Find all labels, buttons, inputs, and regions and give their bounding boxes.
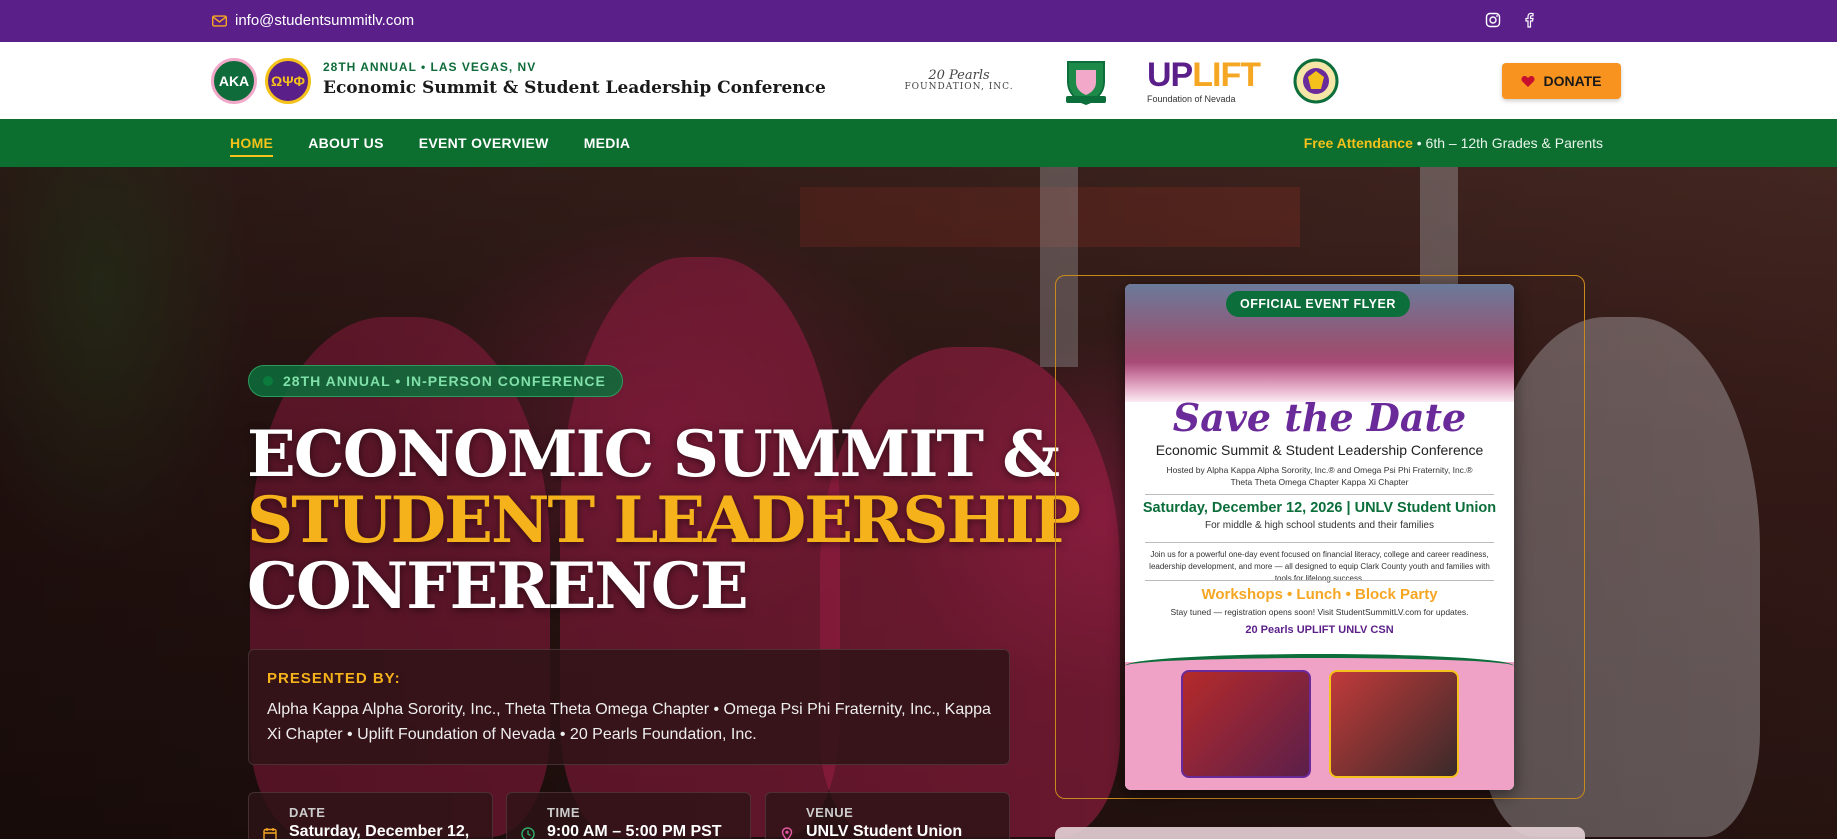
uplift-sub: Foundation of Nevada bbox=[1147, 94, 1236, 104]
donate-label: DONATE bbox=[1543, 73, 1602, 89]
flyer-photo-students bbox=[1181, 670, 1311, 778]
pearls-sub: FOUNDATION, INC. bbox=[904, 82, 1014, 93]
clock-icon bbox=[521, 827, 535, 839]
facebook-icon[interactable] bbox=[1521, 12, 1537, 28]
flyer-save-the-date: Save the Date bbox=[1172, 395, 1467, 440]
hero-section: 28TH ANNUAL • IN-PERSON CONFERENCE ECONO… bbox=[0, 167, 1837, 839]
heart-icon bbox=[1521, 75, 1535, 87]
instagram-icon[interactable] bbox=[1485, 12, 1501, 28]
flyer-audience: For middle & high school students and th… bbox=[1204, 520, 1434, 531]
time-card: TIME 9:00 AM – 5:00 PM PST bbox=[506, 792, 751, 839]
site-header: AKA ΩΨΦ 28TH ANNUAL • LAS VEGAS, NV Econ… bbox=[0, 42, 1837, 119]
hero-bottom-card-edge bbox=[1055, 827, 1585, 839]
flyer-workshops: Workshops • Lunch • Block Party bbox=[1201, 586, 1438, 603]
official-flyer-tag: OFFICIAL EVENT FLYER bbox=[1226, 291, 1410, 317]
flyer-subtitle: Economic Summit & Student Leadership Con… bbox=[1155, 442, 1484, 458]
flyer-sponsor-logos: 20 Pearls UPLIFT UNLV CSN bbox=[1245, 624, 1394, 636]
flyer-stay-tuned: Stay tuned — registration opens soon! Vi… bbox=[1170, 607, 1469, 617]
email-text: info@studentsummitlv.com bbox=[235, 12, 415, 29]
conference-pill: 28TH ANNUAL • IN-PERSON CONFERENCE bbox=[248, 365, 623, 397]
venue-card: VENUE UNLV Student Union bbox=[765, 792, 1010, 839]
hero-title: ECONOMIC SUMMIT & STUDENT LEADERSHIP CON… bbox=[247, 417, 1081, 624]
flyer-divider bbox=[1145, 542, 1494, 543]
mail-icon bbox=[212, 14, 227, 27]
map-pin-icon bbox=[781, 827, 793, 839]
flyer-bottom-panel bbox=[1125, 654, 1514, 790]
flyer-photo-event bbox=[1329, 670, 1459, 778]
presented-by-card: PRESENTED BY: Alpha Kappa Alpha Sorority… bbox=[248, 649, 1010, 765]
presented-by-text: Alpha Kappa Alpha Sorority, Inc., Theta … bbox=[267, 701, 991, 743]
email-link[interactable]: info@studentsummitlv.com bbox=[212, 12, 414, 29]
flyer-date: Saturday, December 12, 2026 | UNLV Stude… bbox=[1142, 500, 1497, 516]
main-nav: HOME ABOUT US EVENT OVERVIEW MEDIA Free … bbox=[0, 119, 1837, 167]
hero-title-line2: STUDENT LEADERSHIP bbox=[247, 483, 1081, 558]
pearls-name: 20 Pearls bbox=[928, 67, 990, 83]
calendar-icon bbox=[263, 828, 277, 839]
twenty-pearls-logo: 20 Pearls FOUNDATION, INC. bbox=[893, 56, 1025, 106]
social-links bbox=[1485, 12, 1537, 28]
uplift-up: UP bbox=[1147, 56, 1193, 94]
aka-logo[interactable]: AKA bbox=[211, 58, 257, 104]
flyer-divider bbox=[1145, 494, 1494, 495]
brand-title[interactable]: Economic Summit & Student Leadership Con… bbox=[323, 78, 826, 98]
flyer-divider bbox=[1145, 580, 1494, 581]
uplift-lift: LIFT bbox=[1192, 56, 1261, 94]
time-value: 9:00 AM – 5:00 PM PST bbox=[547, 823, 722, 839]
venue-label: VENUE bbox=[806, 805, 854, 820]
time-label: TIME bbox=[547, 805, 581, 820]
brand-eyebrow: 28TH ANNUAL • LAS VEGAS, NV bbox=[323, 60, 537, 74]
omega-psi-phi-logo[interactable]: ΩΨΦ bbox=[265, 58, 311, 104]
hero-title-line3: CONFERENCE bbox=[247, 549, 749, 624]
attendance-free: Free Attendance bbox=[1303, 135, 1413, 151]
donate-button[interactable]: DONATE bbox=[1502, 63, 1621, 99]
venue-value: UNLV Student Union bbox=[806, 823, 963, 839]
presented-by-label: PRESENTED BY: bbox=[267, 670, 401, 687]
aka-crest-logo bbox=[1060, 56, 1112, 106]
nav-media[interactable]: MEDIA bbox=[584, 135, 631, 157]
flyer-hosts: Hosted by Alpha Kappa Alpha Sorority, In… bbox=[1125, 464, 1514, 488]
date-card: DATE Saturday, December 12, bbox=[248, 792, 493, 839]
date-value: Saturday, December 12, bbox=[289, 823, 470, 839]
attendance-grades: • 6th – 12th Grades & Parents bbox=[1412, 135, 1603, 151]
nav-about-us[interactable]: ABOUT US bbox=[308, 135, 384, 157]
hero-title-line1: ECONOMIC SUMMIT & bbox=[247, 417, 1060, 492]
date-label: DATE bbox=[289, 805, 326, 820]
top-bar: info@studentsummitlv.com bbox=[0, 0, 1837, 42]
uplift-foundation-logo: UPLIFT Foundation of Nevada bbox=[1147, 56, 1261, 106]
flyer-host-line1: Hosted by Alpha Kappa Alpha Sorority, In… bbox=[1166, 465, 1473, 475]
attendance-note: Free Attendance • 6th – 12th Grades & Pa… bbox=[1304, 135, 1603, 151]
event-flyer[interactable]: Save the Date Economic Summit & Student … bbox=[1125, 284, 1514, 790]
flyer-host-line2: Theta Theta Omega Chapter Kappa Xi Chapt… bbox=[1230, 477, 1409, 487]
nav-home[interactable]: HOME bbox=[230, 135, 274, 157]
omega-crest-logo bbox=[1292, 56, 1340, 106]
nav-event-overview[interactable]: EVENT OVERVIEW bbox=[419, 135, 549, 157]
